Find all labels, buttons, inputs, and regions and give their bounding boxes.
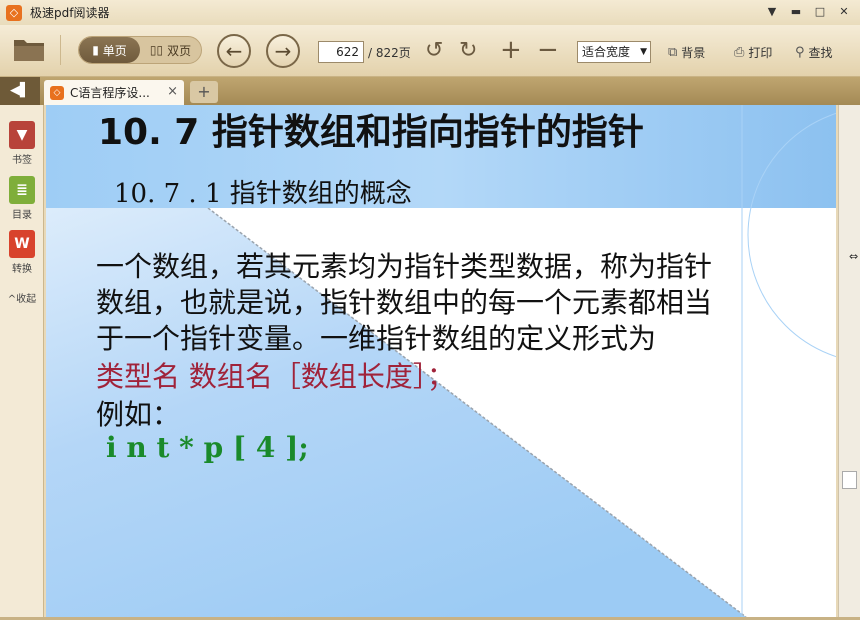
sidebar-collapse-button[interactable]: ^收起 xyxy=(0,290,44,305)
new-tab-button[interactable]: + xyxy=(190,81,218,103)
print-label: 打印 xyxy=(748,46,773,60)
minimize-button[interactable]: ▬ xyxy=(786,3,806,21)
search-icon: ⚲ xyxy=(795,45,805,60)
document-tab[interactable]: ◇ C语言程序设... × xyxy=(44,80,184,105)
code-example: i n t * p [ 4 ]; xyxy=(106,431,309,464)
search-button[interactable]: ⚲ 查找 xyxy=(795,44,833,61)
view-mode-toggle: ▮ 单页 ▯▯ 双页 xyxy=(78,36,202,64)
single-page-button[interactable]: ▮ 单页 xyxy=(79,37,140,63)
zoom-in-icon[interactable]: + xyxy=(500,35,522,65)
rotate-right-icon[interactable]: ↻ xyxy=(459,38,477,63)
sidebar-item-bookmark[interactable]: ▼ 书签 xyxy=(0,121,44,166)
toolbar-separator xyxy=(60,35,61,65)
print-button[interactable]: ⎙ 打印 xyxy=(734,44,772,61)
app-logo-icon: ◇ xyxy=(6,4,22,21)
section-heading: 10. 7 指针数组和指向指针的指针 xyxy=(98,112,644,153)
zoom-value: 适合宽度 xyxy=(582,45,631,59)
menu-dropdown-icon[interactable]: ▼ xyxy=(762,3,782,21)
bookmark-icon: ▼ xyxy=(9,121,35,149)
convert-label: 转换 xyxy=(12,264,32,275)
single-page-label: 单页 xyxy=(102,43,127,58)
double-page-button[interactable]: ▯▯ 双页 xyxy=(140,37,201,63)
window-controls: ▼ ▬ □ ✕ xyxy=(762,3,854,21)
close-tab-icon[interactable]: × xyxy=(167,84,178,99)
document-tab-title: C语言程序设... xyxy=(70,86,150,100)
previous-page-button[interactable]: ← xyxy=(217,34,251,68)
paragraph-line-3: 于一个指针变量。一维指针数组的定义形式为 xyxy=(96,322,657,355)
pdf-logo-icon: ◇ xyxy=(50,85,64,100)
printer-icon: ⎙ xyxy=(734,45,745,60)
close-button[interactable]: ✕ xyxy=(834,3,854,21)
double-page-icon: ▯▯ xyxy=(149,43,164,57)
chevron-down-icon: ▼ xyxy=(640,47,647,57)
scrollbar-thumb[interactable] xyxy=(842,471,857,489)
resize-cursor-icon: ⇔ xyxy=(849,250,859,263)
zoom-out-icon[interactable]: − xyxy=(537,35,559,65)
folder-icon xyxy=(14,40,44,61)
tab-bar: ◀▌ ◇ C语言程序设... × + xyxy=(0,77,860,105)
background-icon: ⧉ xyxy=(668,45,678,60)
paragraph-line-2: 数组，也就是说，指针数组中的每一个元素都相当 xyxy=(96,286,713,319)
convert-icon: W xyxy=(9,230,35,258)
example-label: 例如： xyxy=(96,398,181,431)
total-pages: / 822页 xyxy=(368,46,411,60)
search-label: 查找 xyxy=(808,46,833,60)
arrow-right-icon: → xyxy=(274,39,292,63)
maximize-button[interactable]: □ xyxy=(810,3,830,21)
subsection-heading: 10. 7 . 1 指针数组的概念 xyxy=(114,179,412,209)
next-page-button[interactable]: → xyxy=(266,34,300,68)
vertical-scrollbar[interactable] xyxy=(838,105,860,620)
collapse-label: ^收起 xyxy=(7,294,37,305)
sidebar-item-toc[interactable]: ≣ 目录 xyxy=(0,176,44,221)
window-title: 极速pdf阅读器 xyxy=(30,6,110,20)
collapse-sidebar-icon: ◀▌ xyxy=(10,83,30,98)
page-number-input[interactable]: 622 xyxy=(318,41,364,63)
double-page-label: 双页 xyxy=(167,43,192,58)
toolbar: ▮ 单页 ▯▯ 双页 ← → 622 / 822页 ↺ ↻ + − 适合宽度 ▼… xyxy=(0,25,860,77)
zoom-select[interactable]: 适合宽度 ▼ xyxy=(577,41,651,63)
syntax-definition: 类型名 数组名［数组长度］； xyxy=(96,360,455,393)
toc-label: 目录 xyxy=(12,210,32,221)
background-button[interactable]: ⧉ 背景 xyxy=(668,44,705,61)
left-sidebar: ▼ 书签 ≣ 目录 W 转换 ^收起 xyxy=(0,105,44,620)
paragraph-line-1: 一个数组，若其元素均为指针类型数据，称为指针 xyxy=(96,250,713,283)
open-folder-button[interactable] xyxy=(12,35,46,63)
rotate-left-icon[interactable]: ↺ xyxy=(425,38,443,63)
title-bar: ◇ 极速pdf阅读器 ▼ ▬ □ ✕ xyxy=(0,0,860,25)
bookmark-label: 书签 xyxy=(12,155,32,166)
arrow-left-icon: ← xyxy=(225,39,243,63)
single-page-icon: ▮ xyxy=(92,43,99,57)
sidebar-toggle-button[interactable]: ◀▌ xyxy=(0,77,40,105)
document-page: 10. 7 指针数组和指向指针的指针 10. 7 . 1 指针数组的概念 一个数… xyxy=(46,105,836,617)
sidebar-item-convert[interactable]: W 转换 xyxy=(0,230,44,275)
background-label: 背景 xyxy=(681,46,706,60)
toc-icon: ≣ xyxy=(9,176,35,204)
